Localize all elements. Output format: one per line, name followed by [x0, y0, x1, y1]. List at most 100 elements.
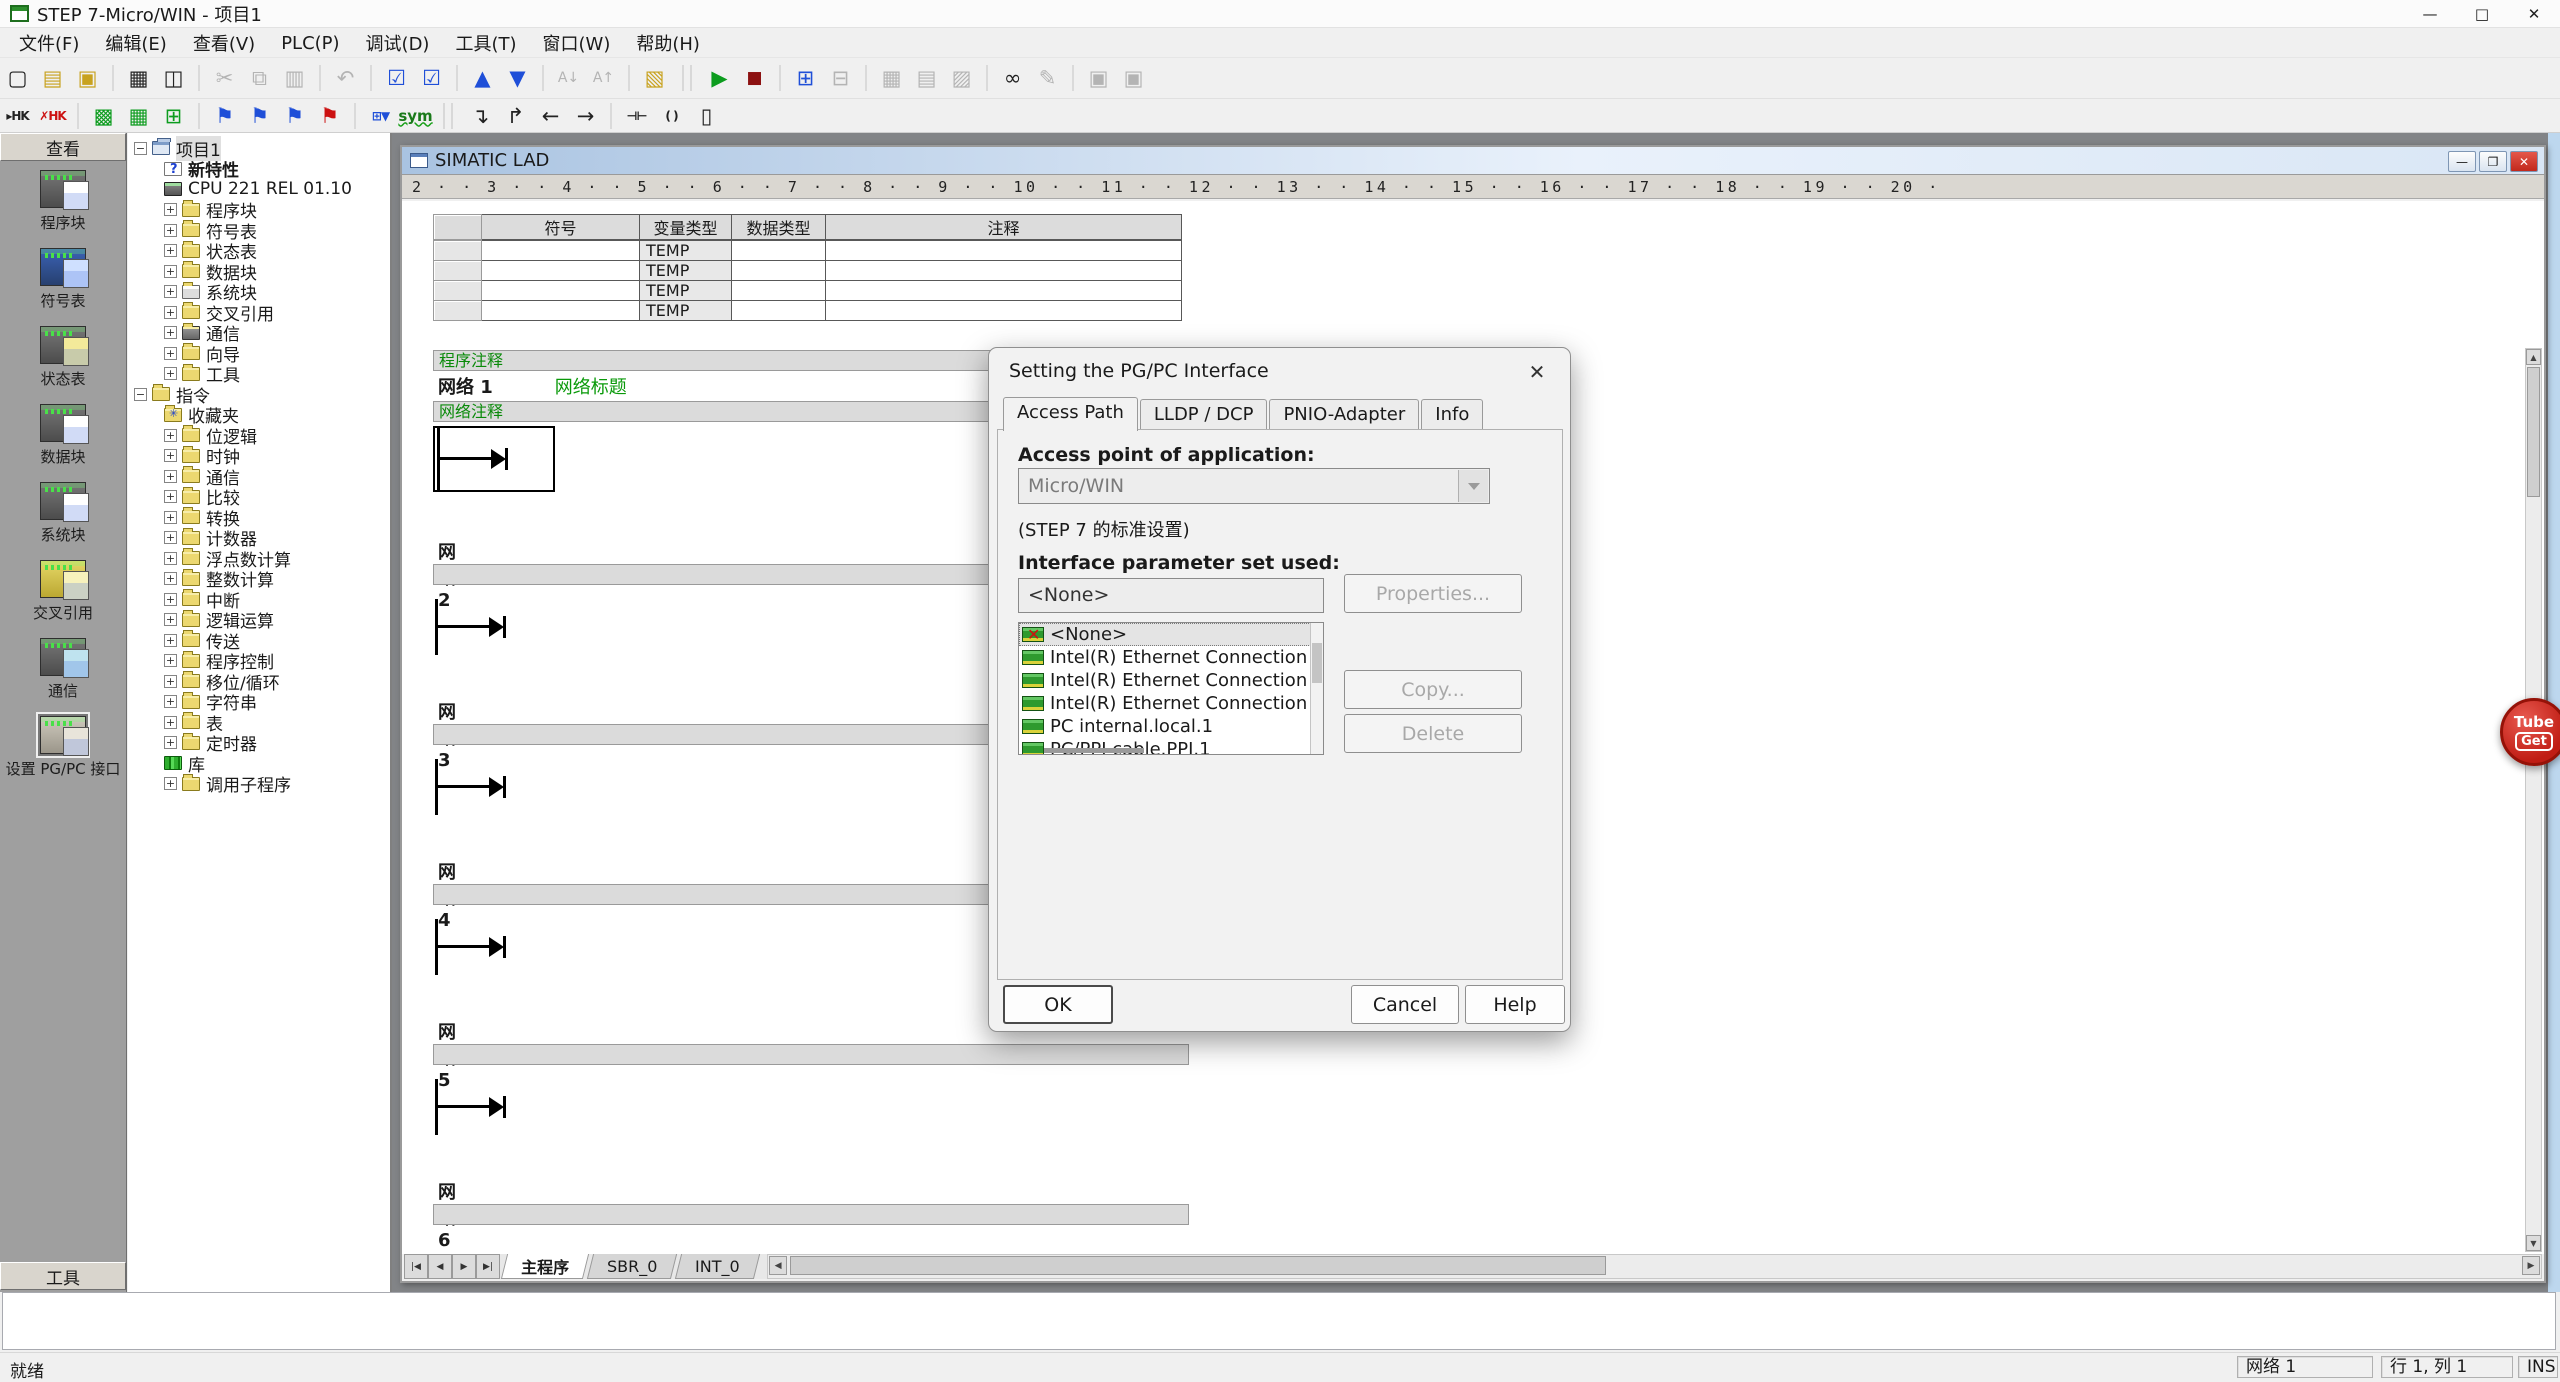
tree-item[interactable]: + 移位/循环	[130, 671, 390, 692]
tab-scroll-button[interactable]: ▶|	[476, 1254, 500, 1279]
trend-view-button[interactable]: ▤	[909, 63, 944, 93]
tree-expander[interactable]: −	[134, 388, 147, 401]
menu-item[interactable]: 窗口(W)	[530, 27, 624, 59]
lad-restore-button[interactable]: ❐	[2479, 151, 2507, 172]
close-button[interactable]: ✕	[2508, 0, 2560, 28]
unforce-button[interactable]: ▣	[1116, 63, 1151, 93]
tab-sbr0[interactable]: SBR_0	[587, 1254, 678, 1279]
output-window[interactable]	[2, 1292, 2556, 1350]
menu-item[interactable]: 查看(V)	[180, 27, 268, 59]
tree-item[interactable]: + 符号表	[130, 220, 390, 241]
tree-item[interactable]: CPU 221 REL 01.10	[130, 179, 390, 200]
tree-expander[interactable]: +	[164, 265, 177, 278]
tree-item[interactable]: + 通信	[130, 323, 390, 344]
open-project-button[interactable]: ▤	[35, 63, 70, 93]
sidebar-item-set-pgpc-interface[interactable]: 设置 PG/PC 接口	[0, 716, 126, 794]
scrollbar-thumb[interactable]	[790, 1256, 1606, 1275]
delete-button[interactable]: Delete	[1344, 714, 1522, 753]
tools-bar-header[interactable]: 工具	[0, 1262, 126, 1290]
tree-item[interactable]: + 转换	[130, 507, 390, 528]
menu-item[interactable]: 文件(F)	[6, 27, 92, 59]
list-vertical-scrollbar[interactable]	[1310, 623, 1323, 754]
toggle-symbol-info-table-button[interactable]: ⊞	[156, 101, 191, 131]
interface-list-item[interactable]: Intel(R) Ethernet Connection (12) I2	[1019, 646, 1323, 669]
tree-expander[interactable]: +	[164, 470, 177, 483]
download-button[interactable]: ▼	[500, 63, 535, 93]
tree-expander[interactable]: +	[164, 347, 177, 360]
insert-box-button[interactable]: ▯	[689, 101, 724, 131]
variable-table-row[interactable]: TEMP	[434, 301, 1182, 321]
options-button[interactable]: ▧	[637, 63, 672, 93]
interface-list-item[interactable]: Intel(R) Ethernet Connection (12) I2	[1019, 669, 1323, 692]
tree-item[interactable]: + 位逻辑	[130, 425, 390, 446]
selected-cell-cursor[interactable]	[433, 426, 555, 492]
lad-horizontal-scrollbar[interactable]: ◀ ▶	[767, 1254, 2542, 1279]
sidebar-item-system-block[interactable]: 系统块	[0, 482, 126, 560]
line-up-button[interactable]: ↱	[498, 101, 533, 131]
scroll-up-icon[interactable]: ▲	[2526, 349, 2541, 365]
tree-item[interactable]: 收藏夹	[130, 405, 390, 426]
bookmark-toggle-button[interactable]: ⚑	[207, 101, 242, 131]
menu-item[interactable]: 帮助(H)	[623, 27, 713, 59]
help-button[interactable]: Help	[1465, 985, 1565, 1024]
print-preview-button[interactable]: ◫	[156, 63, 191, 93]
toggle-network-comments-button[interactable]: ▦	[121, 101, 156, 131]
tab-scroll-button[interactable]: ▶	[452, 1254, 476, 1279]
tree-expander[interactable]: +	[164, 572, 177, 585]
chevron-down-icon[interactable]	[1458, 470, 1488, 502]
tree-item[interactable]: 新特性	[130, 159, 390, 180]
tab-scroll-button[interactable]: ◀	[428, 1254, 452, 1279]
interface-parameter-field[interactable]: <None>	[1018, 578, 1324, 613]
tree-item[interactable]: + 向导	[130, 343, 390, 364]
network-comment-bar[interactable]	[433, 1204, 1189, 1225]
stop-button[interactable]: ■	[737, 63, 772, 93]
tree-item[interactable]: + 比较	[130, 487, 390, 508]
symbolic-addressing-button[interactable]: ∞	[995, 63, 1030, 93]
tree-item[interactable]: − 指令	[130, 384, 390, 405]
tree-item[interactable]: + 调用子程序	[130, 774, 390, 795]
tubeget-badge[interactable]: Tube Get	[2500, 698, 2560, 766]
compile-all-button[interactable]: ☑	[414, 63, 449, 93]
scroll-left-icon[interactable]: ◀	[769, 1256, 787, 1275]
interface-list-item[interactable]: Intel(R) Ethernet Connection (12) I2	[1019, 692, 1323, 715]
paste-button[interactable]: ▥	[277, 63, 312, 93]
insert-contact-button[interactable]: ⊣⊢	[619, 101, 654, 131]
sidebar-item-status-chart[interactable]: 状态表	[0, 326, 126, 404]
pause-program-status-button[interactable]: ⊟	[823, 63, 858, 93]
tree-expander[interactable]: +	[164, 490, 177, 503]
undo-button[interactable]: ↶	[328, 63, 363, 93]
cut-button[interactable]: ✂	[207, 63, 242, 93]
maximize-button[interactable]: □	[2456, 0, 2508, 28]
tree-expander[interactable]: +	[164, 777, 177, 790]
tree-expander[interactable]: +	[164, 285, 177, 298]
run-button[interactable]: ▶	[702, 63, 737, 93]
tree-expander[interactable]: +	[164, 306, 177, 319]
menu-item[interactable]: PLC(P)	[268, 30, 352, 57]
tab-pnio-adapter[interactable]: PNIO-Adapter	[1269, 399, 1419, 430]
menu-item[interactable]: 调试(D)	[353, 27, 443, 59]
variable-table-row[interactable]: TEMP	[434, 261, 1182, 281]
sidebar-item-program-block[interactable]: 程序块	[0, 170, 126, 248]
sort-ascending-button[interactable]: A↑	[586, 63, 621, 93]
list-horizontal-scrollbar[interactable]	[1034, 748, 1144, 753]
program-status-button[interactable]: ⊞	[788, 63, 823, 93]
tree-item[interactable]: − 项目1	[130, 138, 390, 159]
tree-item[interactable]: + 状态表	[130, 241, 390, 262]
tree-expander[interactable]: +	[164, 244, 177, 257]
scroll-down-icon[interactable]: ▼	[2526, 1235, 2541, 1251]
single-read-button[interactable]: ▨	[944, 63, 979, 93]
tree-expander[interactable]: +	[164, 736, 177, 749]
tree-item[interactable]: + 工具	[130, 364, 390, 385]
tree-expander[interactable]: −	[134, 142, 147, 155]
tree-item[interactable]: + 程序块	[130, 200, 390, 221]
interface-list[interactable]: <None> Intel(R) Ethernet Connection (12)…	[1018, 622, 1324, 755]
network-comment-bar[interactable]	[433, 1044, 1189, 1065]
tree-expander[interactable]: +	[164, 203, 177, 216]
sidebar-item-data-block[interactable]: 数据块	[0, 404, 126, 482]
scrollbar-thumb[interactable]	[2527, 367, 2540, 497]
toggle-symbolic-view-button[interactable]: sym	[398, 101, 433, 131]
sidebar-item-cross-reference[interactable]: 交叉引用	[0, 560, 126, 638]
properties-button[interactable]: Properties...	[1344, 574, 1522, 613]
interface-list-item[interactable]: PC internal.local.1	[1019, 715, 1323, 738]
compile-button[interactable]: ☑	[379, 63, 414, 93]
